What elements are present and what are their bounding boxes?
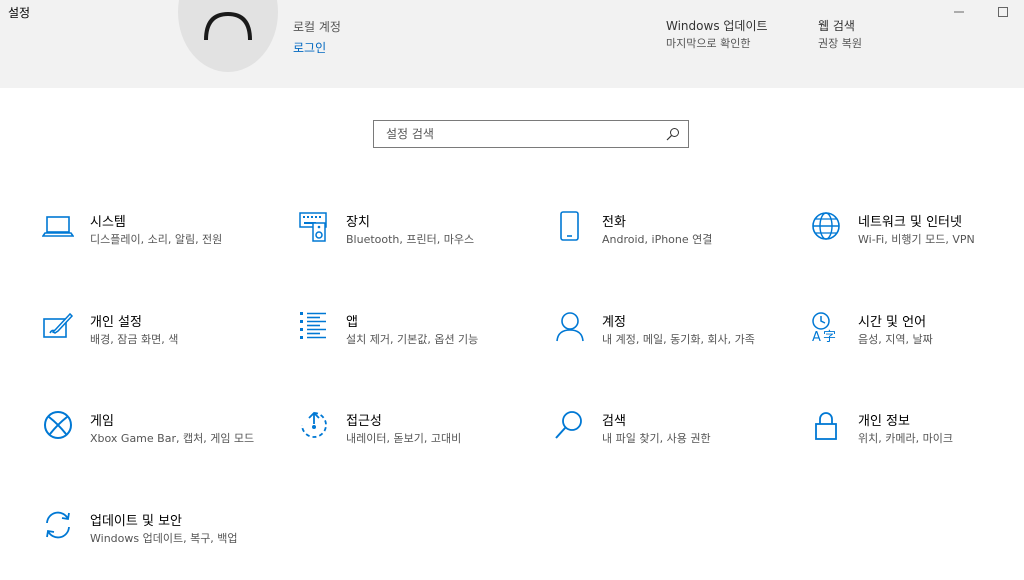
tile-gaming[interactable]: 게임 Xbox Game Bar, 캡처, 게임 모드: [42, 410, 262, 480]
window-title: 설정: [8, 6, 31, 20]
search-input[interactable]: [374, 121, 654, 147]
tile-desc: 음성, 지역, 날짜: [858, 333, 933, 346]
xbox-icon: [42, 410, 74, 442]
sync-update-icon: [42, 510, 74, 542]
minimize-button[interactable]: [936, 0, 982, 24]
tile-accounts[interactable]: 계정 내 계정, 메일, 동기화, 회사, 가족: [554, 311, 774, 381]
login-link[interactable]: 로그인: [293, 39, 326, 56]
ease-of-access-icon: [298, 410, 330, 442]
person-icon: [554, 311, 586, 343]
tile-privacy[interactable]: 개인 정보 위치, 카메라, 마이크: [810, 410, 1024, 480]
tile-desc: 배경, 잠금 화면, 색: [90, 333, 179, 346]
apps-list-icon: [298, 311, 330, 343]
tile-label: 장치: [346, 215, 370, 230]
keyboard-speaker-icon: [298, 211, 330, 243]
svg-text:A: A: [812, 330, 821, 343]
globe-icon: [810, 211, 842, 243]
lock-icon: [810, 410, 842, 442]
tile-ease-of-access[interactable]: 접근성 내레이터, 돋보기, 고대비: [298, 410, 518, 480]
tile-label: 검색: [602, 414, 626, 429]
tile-network[interactable]: 네트워크 및 인터넷 Wi-Fi, 비행기 모드, VPN: [810, 211, 1024, 281]
laptop-icon: [42, 211, 74, 243]
settings-search-box[interactable]: [373, 120, 689, 148]
tile-desc: 내 파일 찾기, 사용 권한: [602, 432, 711, 445]
tile-desc: Xbox Game Bar, 캡처, 게임 모드: [90, 432, 255, 445]
tile-desc: 내 계정, 메일, 동기화, 회사, 가족: [602, 333, 755, 346]
tile-label: 앱: [346, 315, 358, 330]
header-web-search-desc: 권장 복원: [818, 37, 862, 50]
tile-desc: Android, iPhone 연결: [602, 233, 713, 246]
tile-desc: Wi-Fi, 비행기 모드, VPN: [858, 233, 975, 246]
tile-phone[interactable]: 전화 Android, iPhone 연결: [554, 211, 774, 281]
tile-update-security[interactable]: 업데이트 및 보안 Windows 업데이트, 복구, 백업: [42, 510, 262, 580]
search-icon: [554, 410, 586, 442]
tile-label: 개인 설정: [90, 315, 142, 330]
tile-label: 접근성: [346, 414, 382, 429]
tile-label: 시간 및 언어: [858, 315, 927, 330]
tile-desc: Windows 업데이트, 복구, 백업: [90, 532, 238, 545]
phone-icon: [554, 211, 586, 243]
tile-desc: Bluetooth, 프린터, 마우스: [346, 233, 475, 246]
time-language-icon: A字: [810, 311, 842, 343]
tile-label: 게임: [90, 414, 114, 429]
tile-desc: 설치 제거, 기본값, 옵션 기능: [346, 333, 479, 346]
account-header: 로컬 계정 로그인 Windows 업데이트 마지막으로 확인한 웹 검색 권장…: [0, 0, 1024, 88]
tile-label: 업데이트 및 보안: [90, 514, 182, 529]
minimize-icon: [954, 11, 964, 13]
tile-desc: 디스플레이, 소리, 알림, 전원: [90, 233, 223, 246]
personalization-brush-icon: [42, 311, 74, 343]
tile-desc: 내레이터, 돋보기, 고대비: [346, 432, 462, 445]
tile-label: 개인 정보: [858, 414, 910, 429]
tile-desc: 위치, 카메라, 마이크: [858, 432, 953, 445]
tile-time-language[interactable]: A字 시간 및 언어 음성, 지역, 날짜: [810, 311, 1024, 381]
tile-devices[interactable]: 장치 Bluetooth, 프린터, 마우스: [298, 211, 518, 281]
header-update-desc: 마지막으로 확인한: [666, 37, 751, 50]
tile-personalization[interactable]: 개인 설정 배경, 잠금 화면, 색: [42, 311, 262, 381]
tile-label: 전화: [602, 215, 626, 230]
tile-label: 네트워크 및 인터넷: [858, 215, 962, 230]
tile-system[interactable]: 시스템 디스플레이, 소리, 알림, 전원: [42, 211, 262, 281]
title-bar: 설정: [0, 0, 1024, 24]
tile-label: 시스템: [90, 215, 126, 230]
search-icon[interactable]: [666, 127, 680, 141]
tile-label: 계정: [602, 315, 626, 330]
tile-apps[interactable]: 앱 설치 제거, 기본값, 옵션 기능: [298, 311, 518, 381]
tile-search[interactable]: 검색 내 파일 찾기, 사용 권한: [554, 410, 774, 480]
maximize-button[interactable]: [980, 0, 1024, 24]
svg-text:字: 字: [823, 330, 836, 343]
maximize-icon: [998, 7, 1008, 17]
